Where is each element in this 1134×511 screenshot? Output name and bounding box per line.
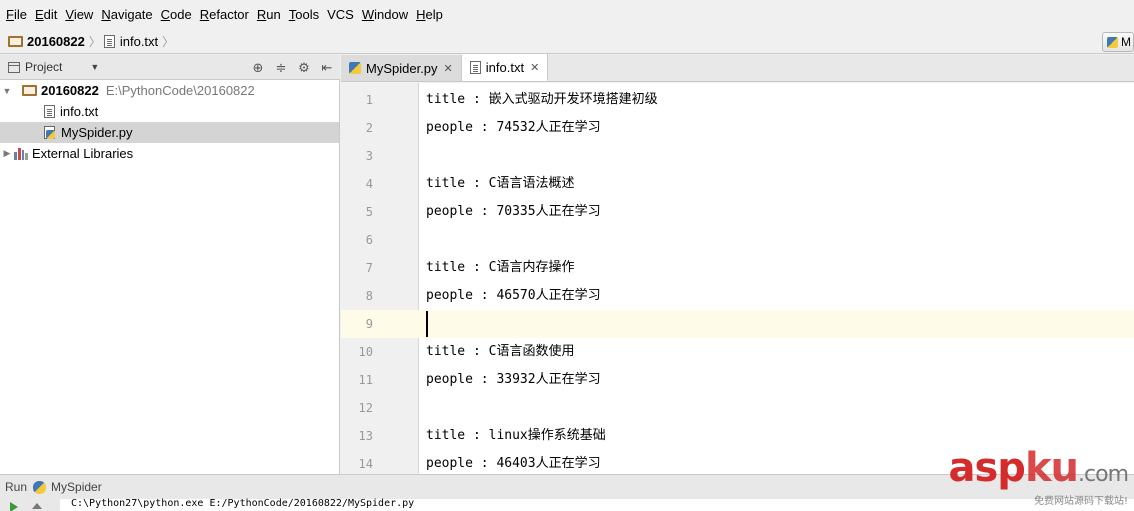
breadcrumb-file[interactable]: info.txt	[120, 34, 158, 49]
root-folder-name: 20160822	[41, 83, 99, 98]
tree-item-info-txt[interactable]: info.txt	[0, 101, 339, 122]
watermark-ku: ku	[1024, 445, 1079, 491]
project-panel-header: Project ▼ ⊕ ≑ ⚙ ⇤	[0, 55, 340, 80]
python-icon	[33, 480, 47, 494]
menu-vcs[interactable]: VCS	[323, 0, 358, 30]
line-number: 1	[365, 93, 373, 107]
tree-item-external-libraries[interactable]: ▶ External Libraries	[0, 143, 339, 164]
chevron-right-icon: 〉	[162, 35, 175, 49]
line-number: 3	[365, 149, 373, 163]
gear-icon[interactable]: ⚙	[297, 60, 311, 76]
folder-icon	[8, 36, 23, 47]
menu-code[interactable]: Code	[157, 0, 196, 30]
code-line[interactable]	[419, 394, 1134, 422]
close-icon[interactable]: ✕	[444, 62, 453, 75]
tab-label: info.txt	[485, 59, 525, 75]
project-view-label[interactable]: Project	[25, 60, 62, 74]
code-line[interactable]	[419, 226, 1134, 254]
python-icon	[1107, 36, 1118, 48]
text-file-icon	[103, 35, 115, 48]
breadcrumb-project[interactable]: 20160822	[27, 34, 85, 49]
collapse-all-icon[interactable]: ≑	[274, 60, 288, 76]
editor-tabs: MySpider.py ✕ info.txt ✕	[341, 54, 1134, 82]
menu-help[interactable]: Help	[412, 0, 447, 30]
code-line[interactable]: title : C语言内存操作	[419, 254, 1134, 282]
menu-bar: File Edit View Navigate Code Refactor Run Tools…	[0, 0, 1134, 30]
code-editor[interactable]: title : 嵌入式驱动开发环境搭建初级 people : 74532人正在学习…	[419, 83, 1134, 474]
menu-view[interactable]: View	[61, 0, 97, 30]
tab-info-txt[interactable]: info.txt ✕	[461, 54, 549, 81]
python-file-icon	[349, 62, 361, 74]
line-number: 7	[365, 261, 373, 275]
code-line[interactable]: title : C语言语法概述	[419, 170, 1134, 198]
line-number: 8	[365, 289, 373, 303]
dropdown-arrow-icon[interactable]: ▼	[90, 62, 99, 72]
line-number: 10	[358, 345, 373, 359]
tree-item-label: External Libraries	[32, 146, 134, 161]
code-line[interactable]: people : 74532人正在学习	[419, 114, 1134, 142]
watermark-domain: .com	[1078, 462, 1129, 487]
expand-arrow-icon[interactable]: ▶	[0, 148, 14, 159]
code-line[interactable]	[419, 310, 1134, 338]
close-icon[interactable]: ✕	[530, 61, 539, 74]
scroll-from-source-icon[interactable]: ⊕	[251, 60, 265, 76]
run-config-name[interactable]: MySpider	[51, 480, 102, 494]
menu-tools[interactable]: Tools	[285, 0, 323, 30]
root-folder-path: E:\PythonCode\20160822	[105, 83, 255, 98]
library-icon	[14, 147, 28, 160]
menu-window[interactable]: Window	[358, 0, 412, 30]
menu-refactor[interactable]: Refactor	[196, 0, 253, 30]
tree-item-label: info.txt	[60, 104, 99, 119]
code-line[interactable]: people : 70335人正在学习	[419, 198, 1134, 226]
line-number: 4	[365, 177, 373, 191]
tree-item-myspider-py[interactable]: MySpider.py	[0, 122, 339, 143]
text-cursor	[426, 310, 428, 337]
arrow-up-icon[interactable]	[32, 503, 42, 509]
navigation-bar: 20160822 〉 info.txt 〉 M	[0, 30, 1134, 54]
tree-root[interactable]: ▼ 20160822 E:\PythonCode\20160822	[0, 80, 339, 101]
expand-arrow-icon[interactable]: ▼	[0, 86, 14, 96]
menu-run[interactable]: Run	[253, 0, 285, 30]
watermark-asp: asp	[948, 445, 1026, 491]
code-line[interactable]: people : 33932人正在学习	[419, 366, 1134, 394]
text-file-icon	[44, 105, 55, 118]
run-panel-label[interactable]: Run	[5, 480, 27, 494]
line-number: 9	[365, 317, 373, 331]
watermark-logo: aspku.com 免费网站源码下载站!	[949, 448, 1129, 507]
menu-file[interactable]: File	[2, 0, 31, 30]
tab-label: MySpider.py	[366, 60, 438, 76]
run-config-label: M	[1121, 35, 1131, 49]
tab-myspider-py[interactable]: MySpider.py ✕	[341, 55, 462, 81]
project-view-icon	[8, 61, 20, 73]
editor-gutter: 1 2 3 4 5 6 7 8 9 10 11 12 13 14	[341, 83, 419, 474]
code-line[interactable]: title : 嵌入式驱动开发环境搭建初级	[419, 86, 1134, 114]
watermark-subtitle: 免费网站源码下载站!	[1033, 496, 1128, 507]
text-file-icon	[469, 60, 481, 74]
code-line[interactable]	[419, 142, 1134, 170]
tree-item-label: MySpider.py	[61, 125, 133, 140]
chevron-right-icon: 〉	[88, 35, 101, 49]
python-file-icon	[44, 125, 57, 140]
line-number: 6	[365, 233, 373, 247]
project-toolbar: ⊕ ≑ ⚙ ⇤	[251, 55, 334, 80]
code-line[interactable]: people : 46570人正在学习	[419, 282, 1134, 310]
line-number: 12	[358, 401, 373, 415]
console-output: C:\Python27\python.exe E:/PythonCode/201…	[71, 498, 415, 509]
code-line[interactable]: title : C语言函数使用	[419, 338, 1134, 366]
run-toolbar	[0, 499, 60, 511]
line-number: 5	[365, 205, 373, 219]
run-configuration-selector[interactable]: M	[1102, 32, 1134, 52]
play-icon[interactable]	[10, 502, 18, 511]
line-number: 11	[358, 373, 373, 387]
menu-navigate[interactable]: Navigate	[97, 0, 156, 30]
folder-icon	[22, 85, 37, 96]
line-number: 13	[358, 429, 373, 443]
menu-edit[interactable]: Edit	[31, 0, 61, 30]
line-number: 2	[365, 121, 373, 135]
project-tree: ▼ 20160822 E:\PythonCode\20160822 info.t…	[0, 80, 340, 474]
hide-panel-icon[interactable]: ⇤	[320, 60, 334, 76]
breadcrumb: 20160822 〉 info.txt 〉	[8, 33, 177, 50]
